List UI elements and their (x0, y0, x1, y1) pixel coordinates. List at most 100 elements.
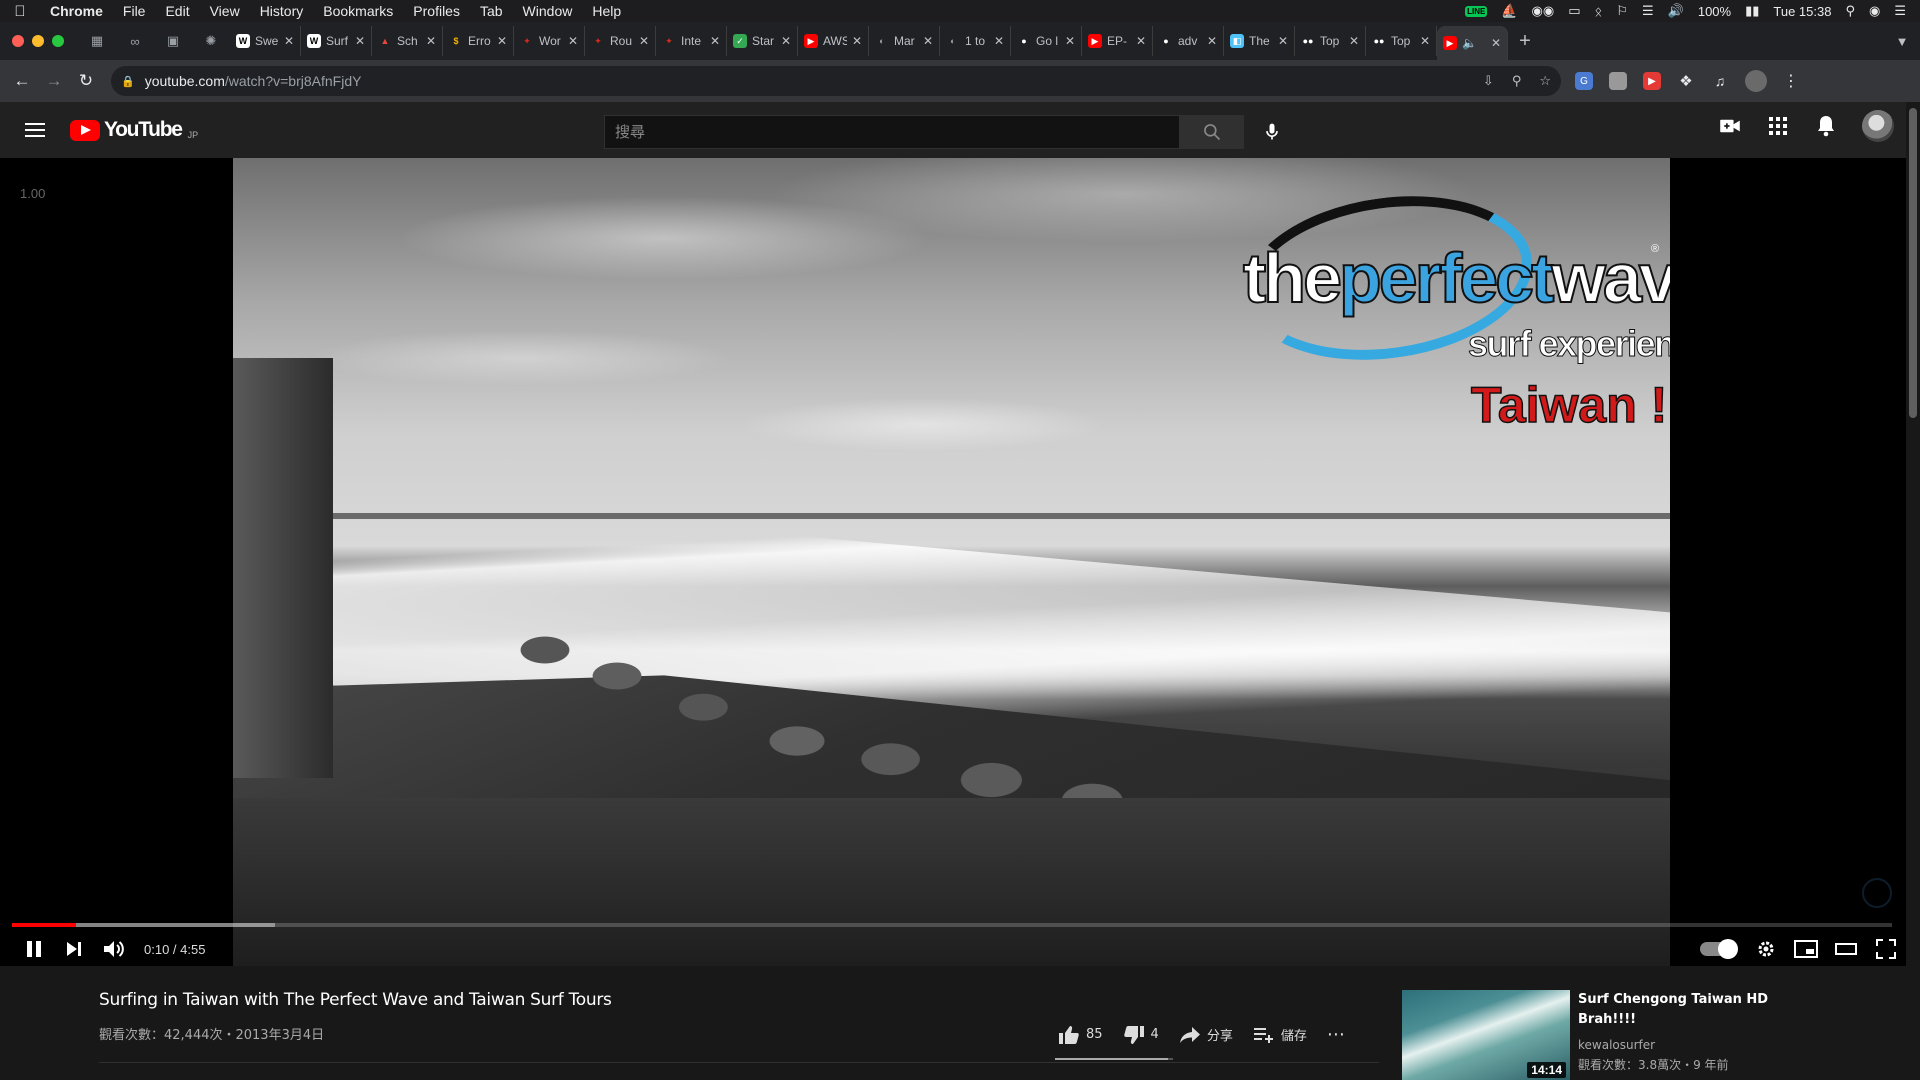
zoom-icon[interactable]: ⚲ (1512, 73, 1522, 89)
reload-button[interactable]: ↻ (71, 71, 101, 91)
close-tab-button[interactable]: ✕ (710, 34, 720, 48)
us-flag-icon[interactable]: ⚐ (1616, 3, 1628, 19)
close-tab-button[interactable]: ✕ (355, 34, 365, 48)
close-tab-button[interactable]: ✕ (1349, 34, 1359, 48)
pinned-tab-0[interactable]: ▦ (78, 33, 116, 49)
close-tab-button[interactable]: ✕ (1207, 34, 1217, 48)
menu-edit[interactable]: Edit (155, 3, 199, 19)
browser-tab[interactable]: ● adv ✕ (1153, 26, 1224, 56)
zoom-window-button[interactable] (52, 35, 64, 47)
pause-button[interactable] (14, 932, 54, 966)
puzzle-icon[interactable]: ❖ (1677, 72, 1695, 90)
battery-icon[interactable]: ▮▮ (1745, 3, 1759, 19)
close-window-button[interactable] (12, 35, 24, 47)
speaker-icon[interactable]: 🔈 (1462, 36, 1486, 50)
recommended-thumbnail[interactable]: 14:14 (1402, 990, 1570, 1080)
video-frame[interactable]: theperfectwave surf experience Taiwan ! … (233, 158, 1670, 966)
fullscreen-button[interactable] (1866, 932, 1906, 966)
browser-tab[interactable]: ◐ 1 to ✕ (940, 26, 1011, 56)
close-tab-button[interactable]: ✕ (639, 34, 649, 48)
like-button[interactable]: 85 (1058, 1025, 1103, 1045)
menu-view[interactable]: View (200, 3, 250, 19)
progress-bar[interactable] (12, 923, 1892, 927)
voice-search-button[interactable] (1252, 112, 1292, 152)
browser-tab[interactable]: ✦ Rou ✕ (585, 26, 656, 56)
browser-tab[interactable]: ● Go l ✕ (1011, 26, 1082, 56)
recommended-channel[interactable]: kewalosurfer (1578, 1038, 1902, 1052)
scrollbar-thumb[interactable] (1909, 108, 1917, 418)
browser-tab[interactable]: ◧ The ✕ (1224, 26, 1295, 56)
menu-tab[interactable]: Tab (470, 3, 513, 19)
close-tab-button[interactable]: ✕ (497, 34, 507, 48)
forward-button[interactable]: → (39, 71, 69, 91)
more-actions-button[interactable]: ⋯ (1327, 1024, 1346, 1045)
user-switch-icon[interactable]: ◉ (1869, 3, 1880, 19)
browser-tab[interactable]: ✓ Star ✕ (727, 26, 798, 56)
airplay-icon[interactable]: ▭ (1568, 3, 1580, 19)
menubar-clock[interactable]: Tue 15:38 (1773, 4, 1831, 19)
lock-icon[interactable]: 🔒 (121, 75, 135, 88)
address-bar[interactable]: 🔒 youtube.com /watch?v=brj8AfnFjdY ⇩ ⚲ ☆ (111, 66, 1561, 96)
close-tab-button[interactable]: ✕ (852, 34, 862, 48)
menu-history[interactable]: History (250, 3, 314, 19)
close-tab-button[interactable]: ✕ (923, 34, 933, 48)
mute-button[interactable] (94, 932, 134, 966)
browser-tab[interactable]: ●● Top ✕ (1366, 26, 1437, 56)
extension-icon[interactable] (1609, 72, 1627, 90)
create-video-button[interactable] (1718, 114, 1742, 138)
glasses-icon[interactable]: ◉◉ (1532, 3, 1555, 19)
pinned-tab-2[interactable]: ▣ (154, 33, 192, 49)
next-button[interactable] (54, 932, 94, 966)
install-app-icon[interactable]: ⇩ (1483, 73, 1494, 89)
close-tab-button[interactable]: ✕ (1491, 36, 1501, 50)
browser-tab[interactable]: W Swe ✕ (230, 26, 301, 56)
docker-icon[interactable]: ⛵ (1501, 3, 1517, 19)
youtube-logo[interactable]: YouTube JP (70, 118, 198, 142)
youtube-extension-icon[interactable]: ▶ (1643, 72, 1661, 90)
close-tab-button[interactable]: ✕ (1065, 34, 1075, 48)
line-app-icon[interactable]: LINE (1465, 5, 1488, 17)
search-button[interactable] (1180, 115, 1244, 149)
save-button[interactable]: 儲存 (1253, 1025, 1307, 1044)
menu-file[interactable]: File (113, 3, 156, 19)
browser-tab[interactable]: ▶ AWS ✕ (798, 26, 869, 56)
bookmark-star-icon[interactable]: ☆ (1539, 73, 1551, 89)
video-player[interactable]: 1.00 theperfectwave surf experience Taiw… (0, 158, 1920, 966)
notifications-button[interactable] (1814, 114, 1838, 138)
close-tab-button[interactable]: ✕ (1420, 34, 1430, 48)
close-tab-button[interactable]: ✕ (284, 34, 294, 48)
menu-window[interactable]: Window (513, 3, 583, 19)
menu-app-name[interactable]: Chrome (40, 3, 113, 19)
menu-bookmarks[interactable]: Bookmarks (313, 3, 403, 19)
wifi-icon[interactable]: ☰ (1642, 3, 1654, 19)
apple-menu-icon[interactable]:  (0, 3, 40, 20)
close-tab-button[interactable]: ✕ (426, 34, 436, 48)
settings-button[interactable] (1746, 932, 1786, 966)
apps-button[interactable] (1766, 114, 1790, 138)
theater-mode-button[interactable] (1826, 932, 1866, 966)
chrome-menu-icon[interactable]: ⋮ (1783, 71, 1799, 91)
close-tab-button[interactable]: ✕ (568, 34, 578, 48)
menu-help[interactable]: Help (582, 3, 631, 19)
browser-tab[interactable]: W Surf ✕ (301, 26, 372, 56)
close-tab-button[interactable]: ✕ (1278, 34, 1288, 48)
translate-extension-icon[interactable]: G (1575, 72, 1593, 90)
account-avatar[interactable] (1862, 110, 1894, 142)
bluetooth-icon[interactable]: ᛟ (1595, 4, 1603, 19)
miniplayer-button[interactable] (1786, 932, 1826, 966)
page-scrollbar[interactable] (1906, 102, 1920, 1080)
battery-percent[interactable]: 100% (1698, 4, 1731, 19)
minimize-window-button[interactable] (32, 35, 44, 47)
browser-tab[interactable]: ●● Top ✕ (1295, 26, 1366, 56)
browser-tab[interactable]: ✦ Wor ✕ (514, 26, 585, 56)
guide-menu-button[interactable] (0, 123, 70, 137)
browser-tab[interactable]: ▲ Sch ✕ (372, 26, 443, 56)
tab-active-youtube[interactable]: ▶ 🔈 ✕ (1437, 26, 1508, 60)
spotlight-icon[interactable]: ⚲ (1845, 3, 1855, 19)
new-tab-button[interactable]: + (1508, 30, 1542, 53)
dislike-button[interactable]: 4 (1123, 1025, 1159, 1045)
pinned-tab-1[interactable]: ∞ (116, 33, 154, 49)
search-input[interactable] (604, 115, 1180, 149)
notification-center-icon[interactable]: ☰ (1894, 3, 1906, 19)
close-tab-button[interactable]: ✕ (1136, 34, 1146, 48)
